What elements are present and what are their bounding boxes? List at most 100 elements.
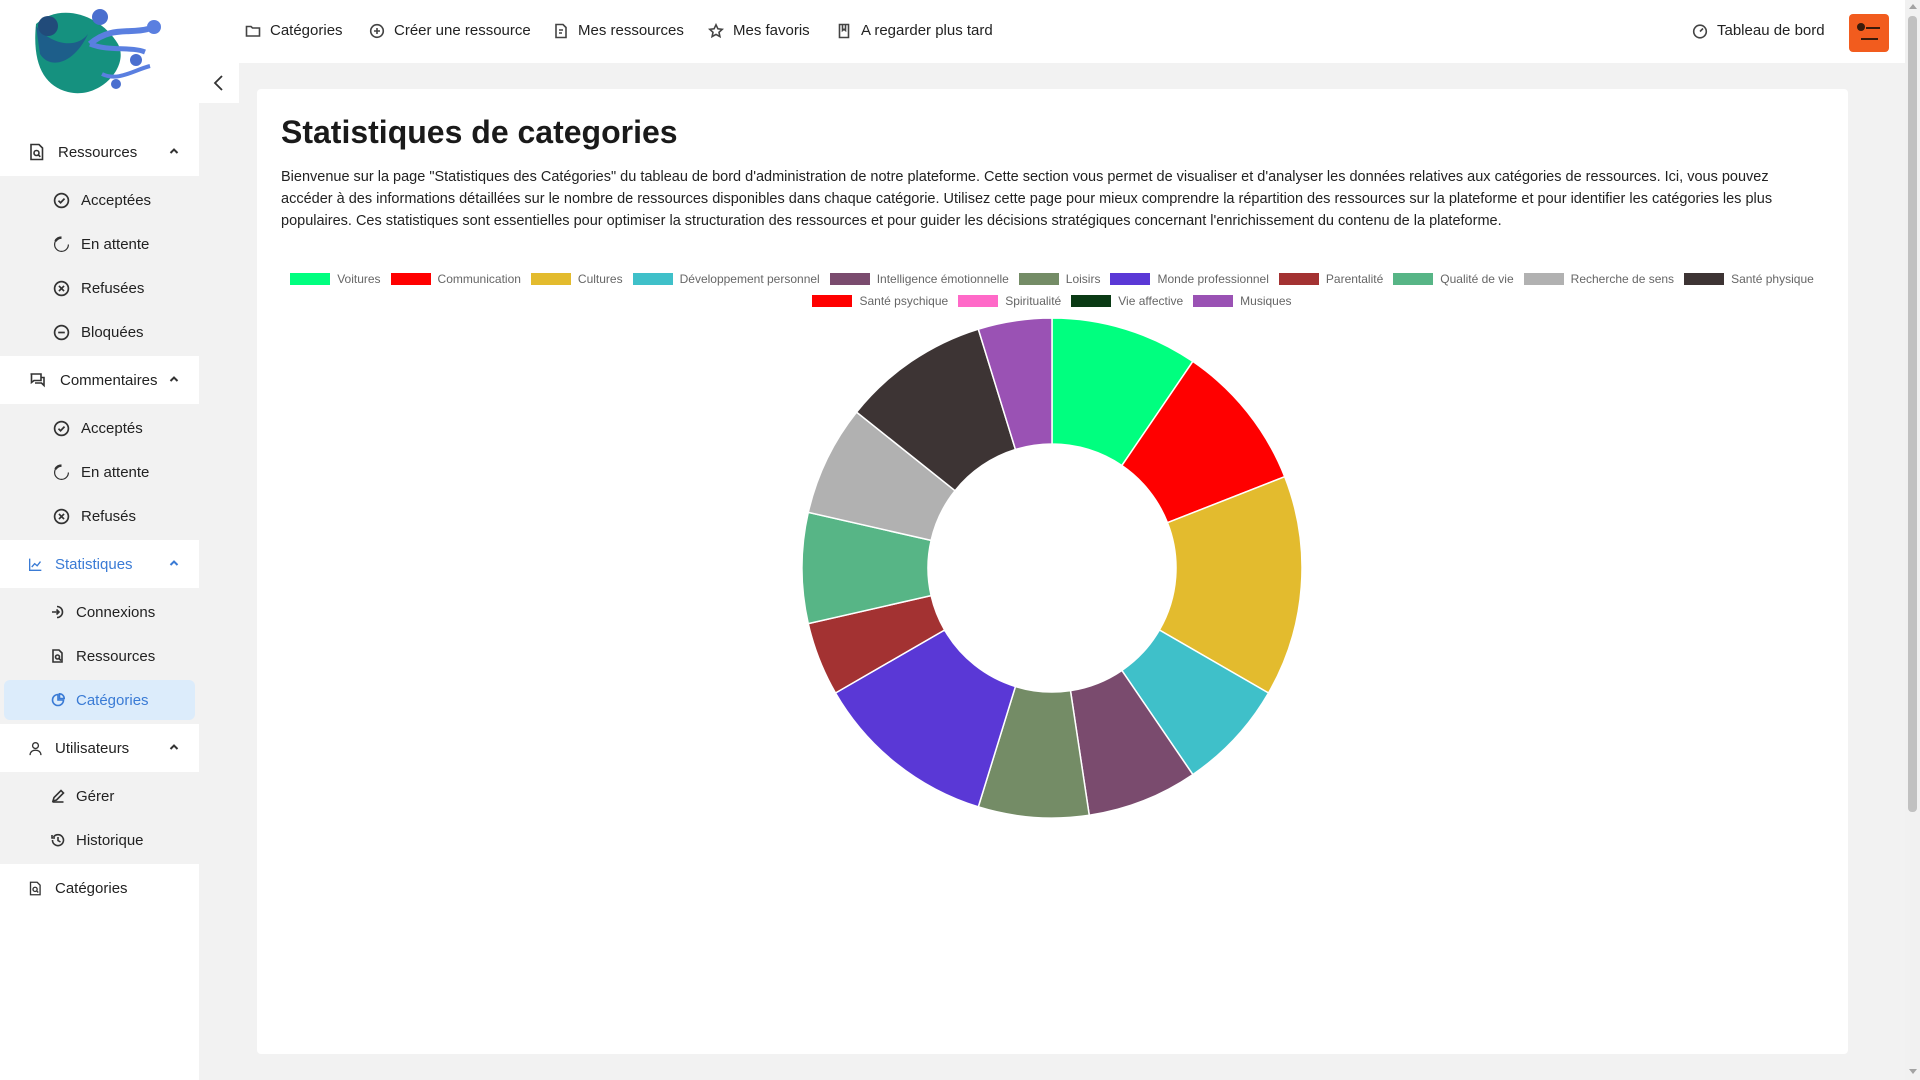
legend-swatch — [290, 273, 331, 285]
line-chart-icon — [29, 558, 42, 571]
loading-icon — [53, 463, 70, 480]
nav-favorites-label: Mes favoris — [733, 22, 810, 39]
sidebar-item-stats-categories[interactable]: Catégories — [4, 680, 195, 720]
chevron-up-icon — [169, 148, 179, 154]
document-search-icon — [52, 649, 63, 663]
nav-dashboard-label: Tableau de bord — [1717, 22, 1825, 39]
document-search-icon — [30, 143, 44, 161]
history-icon — [51, 833, 65, 847]
legend-swatch — [1393, 273, 1434, 285]
scroll-up-arrow[interactable] — [1909, 4, 1917, 9]
nav-watch-later-link[interactable]: A regarder plus tard — [836, 22, 993, 39]
gauge-icon — [1692, 23, 1708, 39]
scroll-thumb[interactable] — [1908, 16, 1917, 812]
legend-label: Santé physique — [1731, 272, 1814, 286]
sidebar-section-users[interactable]: Utilisateurs — [0, 724, 199, 772]
pie-chart-icon — [51, 693, 65, 707]
chevron-up-icon — [169, 376, 179, 382]
legend-label: Qualité de vie — [1440, 272, 1514, 286]
sidebar-section-comments[interactable]: Commentaires — [0, 356, 199, 404]
bookmark-icon — [838, 23, 850, 38]
legend-item[interactable]: Santé psychique — [812, 293, 948, 309]
legend-item[interactable]: Musiques — [1193, 293, 1292, 309]
sidebar-users-submenu: Gérer Historique — [0, 772, 199, 864]
legend-item[interactable]: Cultures — [530, 271, 623, 287]
nav-my-resources-link[interactable]: Mes ressources — [553, 22, 684, 39]
logo[interactable] — [30, 4, 170, 96]
sidebar-comments-submenu: Acceptés En attente Refusés — [0, 404, 199, 540]
sidebar-item-label: Ressources — [76, 647, 156, 665]
sidebar-item-label: Acceptés — [81, 419, 143, 437]
nav-create-resource-link[interactable]: Créer une ressource — [369, 22, 531, 39]
sidebar-collapse-button[interactable] — [199, 63, 239, 103]
page-intro: Bienvenue sur la page "Statistiques des … — [281, 169, 1773, 229]
nav-create-label: Créer une ressource — [394, 22, 531, 39]
sidebar-item-label: Bloquées — [81, 323, 144, 341]
sidebar-item-label: En attente — [81, 463, 150, 481]
sidebar-comments-label: Commentaires — [60, 371, 158, 389]
legend-item[interactable]: Santé physique — [1684, 271, 1814, 287]
sidebar-item-comments-refused[interactable]: Refusés — [4, 496, 195, 536]
legend-item[interactable]: Recherche de sens — [1523, 271, 1675, 287]
document-search-icon — [29, 881, 41, 895]
legend-label: Recherche de sens — [1570, 272, 1675, 286]
nav-categories-link[interactable]: Catégories — [245, 22, 343, 39]
sidebar-resources-label: Ressources — [58, 143, 138, 161]
user-menu-button[interactable] — [1849, 14, 1889, 52]
sidebar-stats-label: Statistiques — [55, 555, 133, 573]
sidebar-item-resources-blocked[interactable]: Bloquées — [4, 312, 195, 352]
sidebar-item-label: Connexions — [76, 603, 156, 621]
legend-item[interactable]: Vie affective — [1071, 293, 1183, 309]
sidebar: Ressources Acceptées En attente Refusées… — [0, 0, 199, 1080]
sidebar-item-users-manage[interactable]: Gérer — [4, 776, 195, 816]
legend-label: Parentalité — [1325, 272, 1384, 286]
check-circle-icon — [53, 192, 70, 208]
legend-label: Communication — [437, 272, 521, 286]
sidebar-stats-submenu: Connexions Ressources Catégories — [0, 588, 199, 724]
sidebar-section-stats[interactable]: Statistiques — [0, 540, 199, 588]
legend-item[interactable]: Monde professionnel — [1110, 271, 1269, 287]
legend-swatch — [632, 273, 673, 285]
nav-favorites-link[interactable]: Mes favoris — [708, 22, 810, 39]
folder-icon — [245, 25, 261, 37]
sidebar-item-label: En attente — [81, 235, 150, 253]
legend-label: Monde professionnel — [1157, 272, 1269, 286]
legend-label: Loisirs — [1065, 272, 1101, 286]
legend-item[interactable]: Parentalité — [1278, 271, 1384, 287]
sidebar-resources-submenu: Acceptées En attente Refusées Bloquées — [0, 176, 199, 356]
sidebar-item-comments-pending[interactable]: En attente — [4, 452, 195, 492]
legend-swatch — [530, 273, 571, 285]
legend-item[interactable]: Intelligence émotionnelle — [829, 271, 1009, 287]
legend-swatch — [829, 273, 870, 285]
sidebar-item-users-history[interactable]: Historique — [4, 820, 195, 860]
legend-swatch — [958, 295, 999, 307]
legend-item[interactable]: Loisirs — [1018, 271, 1101, 287]
sidebar-item-resources-pending[interactable]: En attente — [4, 224, 195, 264]
legend-label: Intelligence émotionnelle — [876, 272, 1009, 286]
legend-item[interactable]: Voitures — [290, 271, 381, 287]
scroll-down-arrow[interactable] — [1909, 1069, 1917, 1074]
legend-item[interactable]: Développement personnel — [632, 271, 820, 287]
sidebar-section-resources[interactable]: Ressources — [0, 128, 199, 176]
sidebar-section-categories[interactable]: Catégories — [0, 864, 199, 912]
category-donut-chart — [802, 318, 1302, 818]
page-scrollbar[interactable] — [1905, 0, 1920, 1080]
sidebar-item-resources-accepted[interactable]: Acceptées — [4, 180, 195, 220]
user-menu-icon — [1857, 23, 1865, 31]
chevron-up-icon — [169, 560, 179, 566]
legend-label: Voitures — [337, 272, 381, 286]
sidebar-users-label: Utilisateurs — [55, 739, 130, 757]
legend-item[interactable]: Spiritualité — [958, 293, 1061, 309]
sidebar-item-stats-connections[interactable]: Connexions — [4, 592, 195, 632]
login-icon — [52, 605, 64, 619]
nav-dashboard-link[interactable]: Tableau de bord — [1692, 22, 1825, 39]
sidebar-item-comments-accepted[interactable]: Acceptés — [4, 408, 195, 448]
legend-item[interactable]: Communication — [390, 271, 521, 287]
legend-swatch — [1278, 273, 1319, 285]
sidebar-item-label: Catégories — [76, 691, 149, 709]
check-circle-icon — [53, 420, 70, 436]
legend-item[interactable]: Qualité de vie — [1393, 271, 1514, 287]
sidebar-item-resources-refused[interactable]: Refusées — [4, 268, 195, 308]
sidebar-item-stats-resources[interactable]: Ressources — [4, 636, 195, 676]
sidebar-categories-label: Catégories — [55, 879, 128, 897]
